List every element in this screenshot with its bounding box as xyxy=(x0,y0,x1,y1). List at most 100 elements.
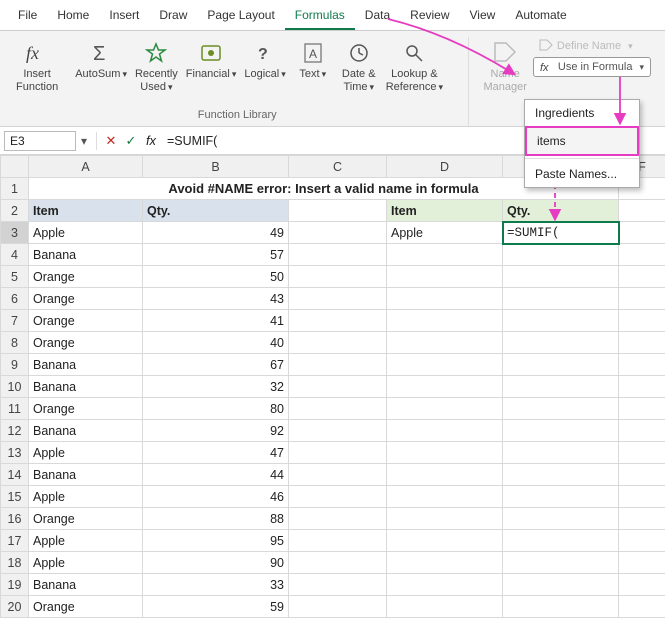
cell[interactable] xyxy=(503,398,619,420)
row-header[interactable]: 20 xyxy=(1,596,29,618)
cell[interactable] xyxy=(619,464,665,486)
cell[interactable] xyxy=(387,464,503,486)
row-header[interactable]: 6 xyxy=(1,288,29,310)
cell[interactable] xyxy=(289,464,387,486)
text-button[interactable]: A Text xyxy=(290,37,336,83)
cell[interactable] xyxy=(503,310,619,332)
tab-review[interactable]: Review xyxy=(400,4,459,30)
cell[interactable] xyxy=(289,310,387,332)
cell[interactable]: Qty. xyxy=(503,200,619,222)
cell[interactable] xyxy=(503,288,619,310)
date-time-button[interactable]: Date & Time xyxy=(336,37,382,95)
enter-formula-button[interactable]: ✓ xyxy=(121,133,141,149)
cell[interactable]: Orange xyxy=(29,508,143,530)
cell[interactable] xyxy=(503,574,619,596)
cancel-formula-button[interactable]: ✕ xyxy=(101,133,121,149)
tab-insert[interactable]: Insert xyxy=(99,4,149,30)
cell[interactable] xyxy=(387,288,503,310)
tab-draw[interactable]: Draw xyxy=(149,4,197,30)
cell[interactable] xyxy=(289,354,387,376)
cell[interactable]: 92 xyxy=(143,420,289,442)
cell[interactable]: 50 xyxy=(143,266,289,288)
cell[interactable] xyxy=(289,508,387,530)
row-header[interactable]: 7 xyxy=(1,310,29,332)
cell[interactable] xyxy=(387,354,503,376)
cell[interactable] xyxy=(503,530,619,552)
cell[interactable] xyxy=(387,596,503,618)
row-header[interactable]: 3 xyxy=(1,222,29,244)
cell[interactable] xyxy=(619,486,665,508)
cell[interactable] xyxy=(503,420,619,442)
tab-data[interactable]: Data xyxy=(355,4,400,30)
cell[interactable]: 67 xyxy=(143,354,289,376)
tab-home[interactable]: Home xyxy=(47,4,99,30)
tab-automate[interactable]: Automate xyxy=(505,4,576,30)
cell[interactable]: Orange xyxy=(29,310,143,332)
row-header[interactable]: 10 xyxy=(1,376,29,398)
cell[interactable] xyxy=(289,552,387,574)
cell[interactable]: Apple xyxy=(29,530,143,552)
financial-button[interactable]: Financial xyxy=(182,37,241,83)
cell[interactable]: Banana xyxy=(29,464,143,486)
cell[interactable] xyxy=(503,552,619,574)
cell[interactable]: 80 xyxy=(143,398,289,420)
cell[interactable] xyxy=(619,266,665,288)
cell[interactable]: Item xyxy=(387,200,503,222)
menu-item-paste-names[interactable]: Paste Names... xyxy=(525,161,639,187)
cell[interactable]: Orange xyxy=(29,332,143,354)
row-header[interactable]: 2 xyxy=(1,200,29,222)
cell[interactable] xyxy=(503,244,619,266)
cell[interactable] xyxy=(289,288,387,310)
row-header[interactable]: 11 xyxy=(1,398,29,420)
row-header[interactable]: 14 xyxy=(1,464,29,486)
cell[interactable]: 88 xyxy=(143,508,289,530)
cell[interactable]: Orange xyxy=(29,288,143,310)
cell[interactable] xyxy=(289,244,387,266)
row-header[interactable]: 17 xyxy=(1,530,29,552)
cell[interactable] xyxy=(289,596,387,618)
cell[interactable] xyxy=(289,420,387,442)
cell[interactable] xyxy=(387,508,503,530)
cell[interactable] xyxy=(619,398,665,420)
col-header-c[interactable]: C xyxy=(289,156,387,178)
cell[interactable]: Apple xyxy=(29,486,143,508)
active-cell[interactable]: =SUMIF( xyxy=(503,222,619,244)
cell[interactable] xyxy=(387,332,503,354)
cell[interactable]: Apple xyxy=(29,442,143,464)
worksheet-grid[interactable]: A B C D E F 1 Avoid #NAME error: Insert … xyxy=(0,155,665,618)
cell[interactable] xyxy=(387,244,503,266)
cell[interactable] xyxy=(619,530,665,552)
cell[interactable] xyxy=(503,508,619,530)
cell[interactable]: Orange xyxy=(29,398,143,420)
cell[interactable] xyxy=(289,530,387,552)
cell[interactable] xyxy=(619,574,665,596)
cell[interactable] xyxy=(289,398,387,420)
cell[interactable] xyxy=(619,442,665,464)
cell[interactable] xyxy=(503,376,619,398)
cell[interactable] xyxy=(619,420,665,442)
cell[interactable]: Apple xyxy=(29,222,143,244)
cell[interactable] xyxy=(387,530,503,552)
cell[interactable]: 47 xyxy=(143,442,289,464)
cell[interactable] xyxy=(503,596,619,618)
cell[interactable] xyxy=(503,442,619,464)
col-header-b[interactable]: B xyxy=(143,156,289,178)
cell[interactable] xyxy=(503,332,619,354)
cell[interactable] xyxy=(619,310,665,332)
cell[interactable]: 90 xyxy=(143,552,289,574)
cell[interactable]: Apple xyxy=(387,222,503,244)
cell[interactable] xyxy=(619,376,665,398)
cell[interactable] xyxy=(289,486,387,508)
cell[interactable]: 33 xyxy=(143,574,289,596)
cell[interactable]: Banana xyxy=(29,420,143,442)
cell[interactable] xyxy=(503,464,619,486)
cell[interactable]: Banana xyxy=(29,376,143,398)
cell[interactable] xyxy=(387,420,503,442)
recently-used-button[interactable]: Recently Used xyxy=(131,37,182,95)
cell[interactable] xyxy=(387,552,503,574)
cell[interactable] xyxy=(619,332,665,354)
row-header[interactable]: 15 xyxy=(1,486,29,508)
cell[interactable] xyxy=(619,596,665,618)
cell[interactable] xyxy=(387,310,503,332)
name-box[interactable]: E3 xyxy=(4,131,76,151)
